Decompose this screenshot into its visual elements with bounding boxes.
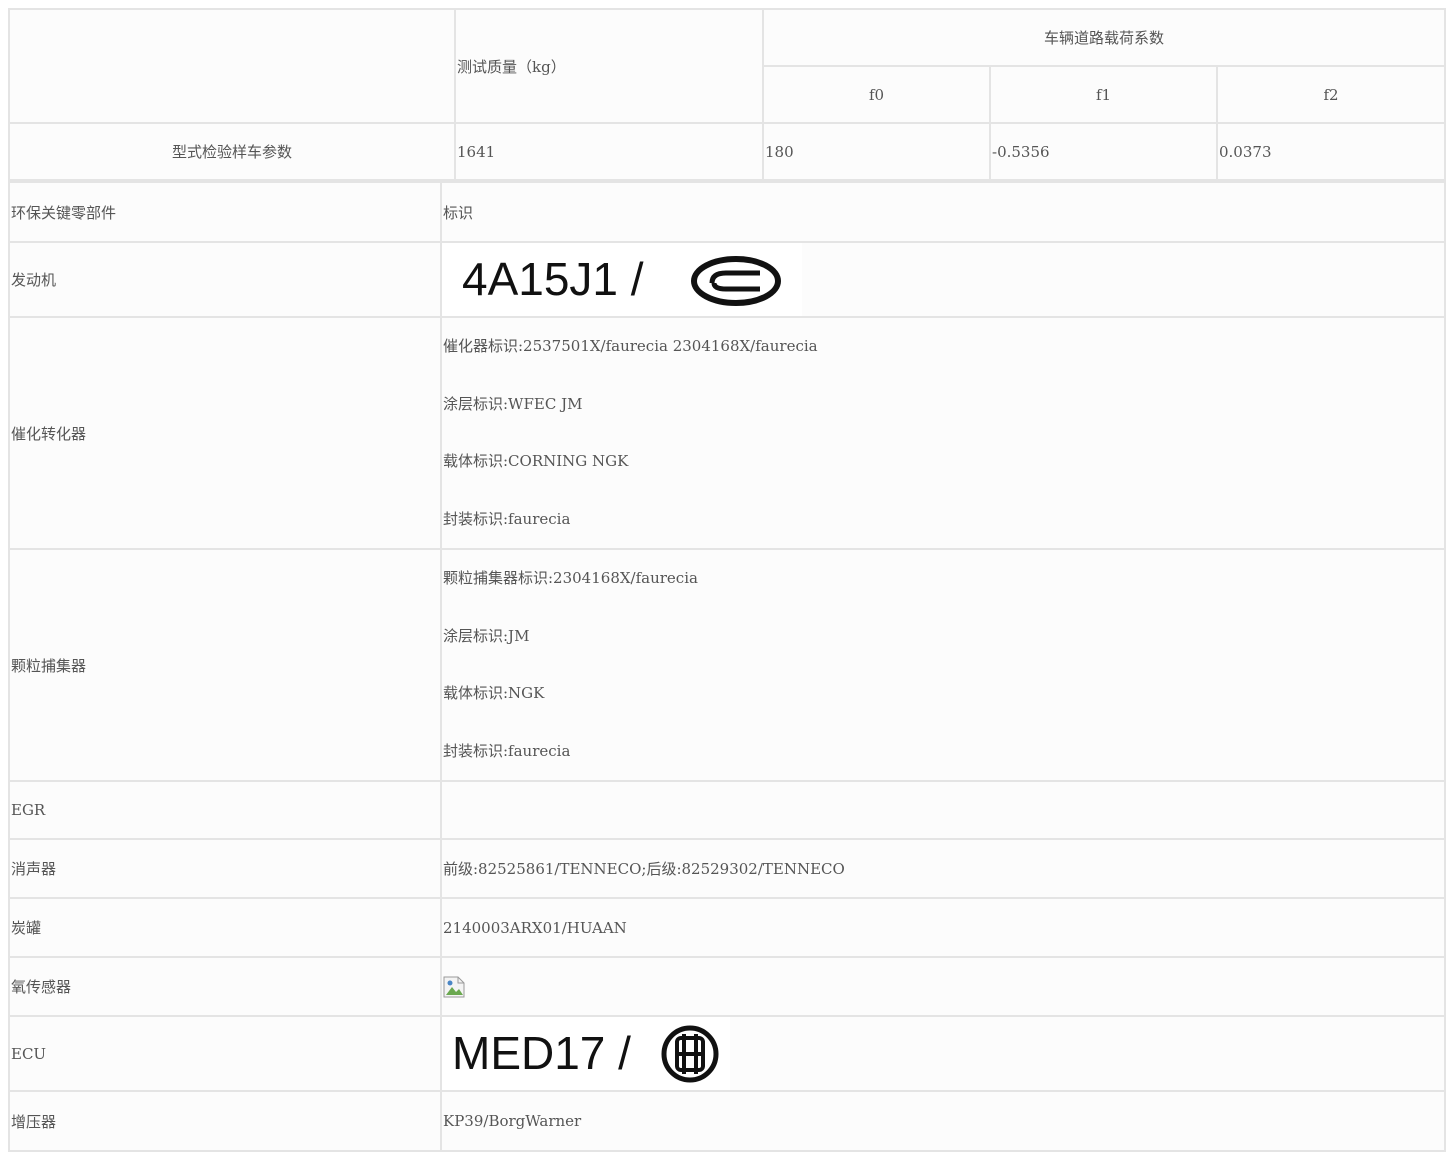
f0-value: 180 bbox=[762, 122, 991, 181]
table-row: 环保关键零部件 标识 bbox=[8, 181, 1446, 243]
catalyst-substrate-line: 载体标识:CORNING NGK bbox=[443, 452, 629, 470]
particulate-marks: 颗粒捕集器标识:2304168X/faurecia 涂层标识:JM 载体标识:N… bbox=[440, 548, 1446, 782]
engine-label: 发动机 bbox=[8, 241, 442, 318]
table-row: 发动机 4A15J1 / bbox=[8, 241, 1446, 318]
table-row: 氧传感器 bbox=[8, 956, 1446, 1017]
ecu-logo-text: MED17 / bbox=[452, 1027, 631, 1079]
part-header: 环保关键零部件 bbox=[8, 181, 442, 243]
coefficients-header: 车辆道路载荷系数 bbox=[762, 8, 1446, 67]
turbocharger-label: 增压器 bbox=[8, 1090, 442, 1152]
table-row: ECU MED17 / bbox=[8, 1015, 1446, 1092]
engine-logo: 4A15J1 / bbox=[443, 244, 802, 315]
bosch-logo-icon bbox=[661, 1025, 719, 1083]
catalyst-marks: 催化器标识:2537501X/faurecia 2304168X/faureci… bbox=[440, 316, 1446, 550]
canister-value: 2140003ARX01/HUAAN bbox=[440, 897, 1446, 958]
table-row: EGR bbox=[8, 780, 1446, 840]
catalyst-mark-line: 催化器标识:2537501X/faurecia 2304168X/faureci… bbox=[443, 337, 818, 355]
table-row: 催化转化器 催化器标识:2537501X/faurecia 2304168X/f… bbox=[8, 316, 1446, 550]
muffler-label: 消声器 bbox=[8, 838, 442, 899]
turbocharger-value: KP39/BorgWarner bbox=[440, 1090, 1446, 1152]
oxygen-sensor-mark-cell bbox=[440, 956, 1446, 1017]
mark-header: 标识 bbox=[440, 181, 1446, 243]
canister-label: 炭罐 bbox=[8, 897, 442, 958]
particulate-mark-line: 颗粒捕集器标识:2304168X/faurecia bbox=[443, 569, 698, 587]
catalyst-coating-line: 涂层标识:WFEC JM bbox=[443, 394, 583, 413]
ecu-label: ECU bbox=[8, 1015, 442, 1092]
f2-value: 0.0373 bbox=[1216, 122, 1446, 181]
f0-header: f0 bbox=[762, 65, 991, 124]
gac-logo-icon bbox=[691, 256, 781, 306]
params-header-empty bbox=[8, 8, 456, 124]
particulate-filter-label: 颗粒捕集器 bbox=[8, 548, 442, 782]
engine-logo-text: 4A15J1 / bbox=[462, 253, 644, 305]
table-row: 增压器 KP39/BorgWarner bbox=[8, 1090, 1446, 1152]
ecu-mark-cell: MED17 / bbox=[440, 1015, 1446, 1092]
table-row: 颗粒捕集器 颗粒捕集器标识:2304168X/faurecia 涂层标识:JM … bbox=[8, 548, 1446, 782]
test-mass-header: 测试质量（kg） bbox=[454, 8, 764, 124]
broken-image-icon bbox=[443, 976, 465, 998]
particulate-package-line: 封装标识:faurecia bbox=[443, 741, 571, 760]
particulate-substrate-line: 载体标识:NGK bbox=[443, 684, 545, 702]
table-row: 消声器 前级:82525861/TENNECO;后级:82529302/TENN… bbox=[8, 838, 1446, 899]
f1-value: -0.5356 bbox=[989, 122, 1218, 181]
f1-header: f1 bbox=[989, 65, 1218, 124]
particulate-coating-line: 涂层标识:JM bbox=[443, 626, 530, 645]
parts-table: 环保关键零部件 标识 发动机 4A15J1 / 催化转化器 催化器标识:2537… bbox=[8, 181, 1446, 1152]
sample-vehicle-label: 型式检验样车参数 bbox=[8, 122, 456, 181]
egr-value bbox=[440, 780, 1446, 840]
egr-label: EGR bbox=[8, 780, 442, 840]
params-table: 测试质量（kg） 车辆道路载荷系数 f0 f1 f2 型式检验样车参数 1641… bbox=[8, 8, 1446, 181]
catalyst-label: 催化转化器 bbox=[8, 316, 442, 550]
ecu-logo: MED17 / bbox=[443, 1018, 730, 1089]
test-mass-value: 1641 bbox=[454, 122, 764, 181]
engine-mark-cell: 4A15J1 / bbox=[440, 241, 1446, 318]
f2-header: f2 bbox=[1216, 65, 1446, 124]
muffler-value: 前级:82525861/TENNECO;后级:82529302/TENNECO bbox=[440, 838, 1446, 899]
table-row: 炭罐 2140003ARX01/HUAAN bbox=[8, 897, 1446, 958]
catalyst-package-line: 封装标识:faurecia bbox=[443, 509, 571, 528]
oxygen-sensor-label: 氧传感器 bbox=[8, 956, 442, 1017]
